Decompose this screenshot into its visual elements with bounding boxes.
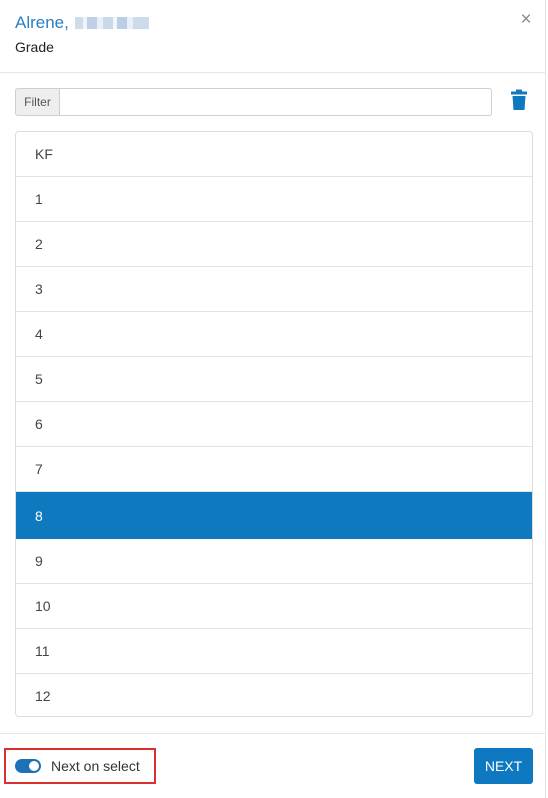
grade-option[interactable]: 9 bbox=[16, 539, 532, 584]
filter-label: Filter bbox=[15, 88, 59, 116]
grade-option[interactable]: 5 bbox=[16, 357, 532, 402]
grade-option[interactable]: 1 bbox=[16, 177, 532, 222]
redacted-first-name bbox=[74, 17, 149, 29]
toggle-switch[interactable] bbox=[15, 759, 41, 773]
grade-option[interactable]: 4 bbox=[16, 312, 532, 357]
next-button[interactable]: NEXT bbox=[474, 748, 533, 784]
grade-option[interactable]: 10 bbox=[16, 584, 532, 629]
grade-dialog: Alrene, Grade × Filter KF 1 2 3 4 5 6 7 8 9 10 11 12… bbox=[0, 0, 546, 798]
grade-option[interactable]: 12 bbox=[16, 674, 532, 716]
student-name: Alrene, bbox=[15, 13, 69, 32]
grade-option[interactable]: 2 bbox=[16, 222, 532, 267]
filter-input[interactable] bbox=[59, 88, 492, 116]
dialog-header: Alrene, Grade × bbox=[0, 0, 546, 73]
grade-option[interactable]: 3 bbox=[16, 267, 532, 312]
next-on-select-toggle[interactable]: Next on select bbox=[4, 748, 156, 784]
grade-option[interactable]: 7 bbox=[16, 447, 532, 492]
grade-option[interactable]: 11 bbox=[16, 629, 532, 674]
footer-divider bbox=[0, 733, 546, 734]
filter-group: Filter bbox=[15, 88, 492, 116]
close-icon[interactable]: × bbox=[516, 10, 536, 30]
toggle-label: Next on select bbox=[51, 758, 140, 774]
dialog-subtitle: Grade bbox=[15, 39, 54, 55]
grade-option[interactable]: 6 bbox=[16, 402, 532, 447]
toggle-knob bbox=[29, 761, 39, 771]
trash-icon[interactable] bbox=[510, 89, 528, 111]
grade-option[interactable]: 8 bbox=[16, 492, 532, 539]
grade-option[interactable]: KF bbox=[16, 132, 532, 177]
grade-list: KF 1 2 3 4 5 6 7 8 9 10 11 12 bbox=[15, 131, 533, 717]
student-name-row: Alrene, bbox=[15, 12, 149, 34]
